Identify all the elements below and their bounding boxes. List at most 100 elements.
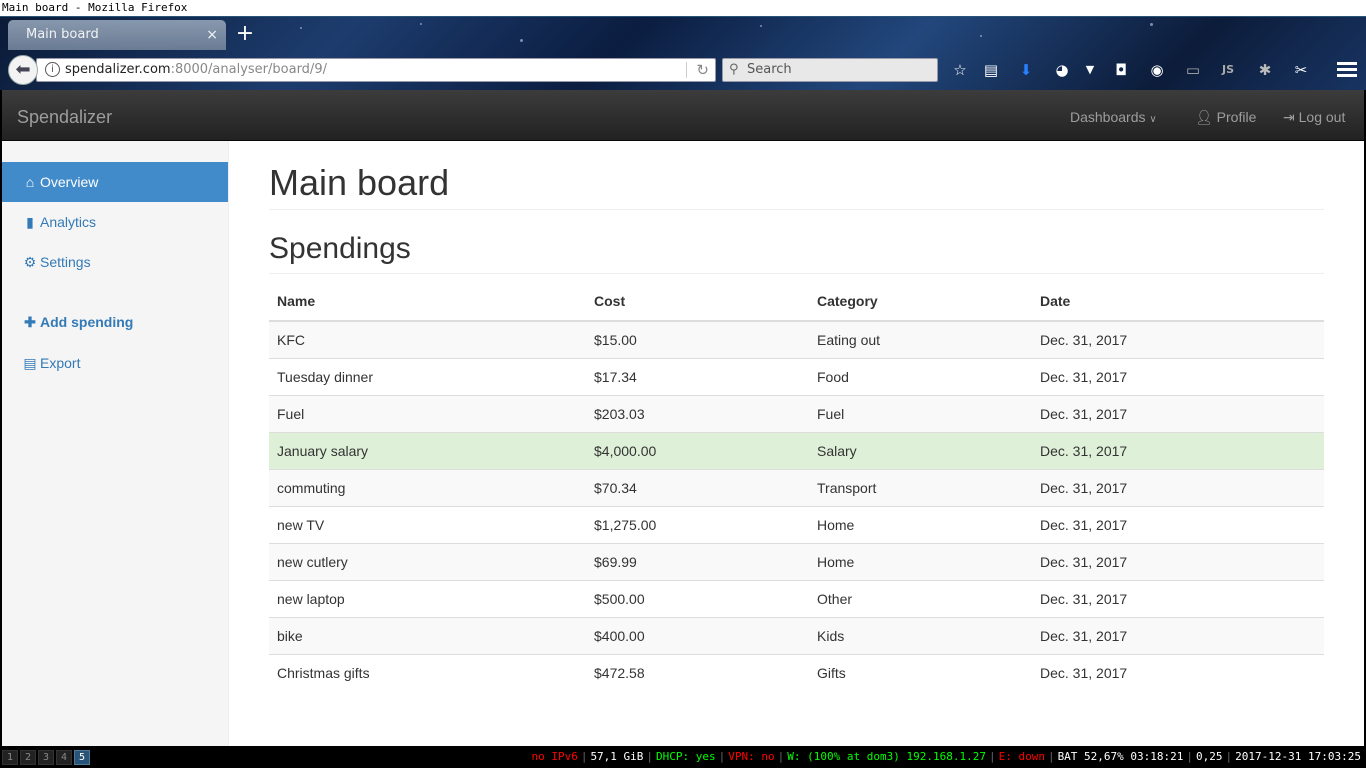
sidebar: ⌂ Overview ▮ Analytics ⚙ Settings ✚ Add … [2,141,229,746]
logout-label: Log out [1298,109,1346,125]
section-divider [269,273,1324,274]
table-row: January salary $4,000.00 Salary Dec. 31, 20… [269,431,1324,469]
back-button[interactable]: ⬅ [8,55,38,85]
hamburger-menu-icon[interactable] [1336,59,1358,81]
status-item: no IPv6 [531,750,578,763]
palette-icon[interactable]: ◕ [1051,59,1073,81]
cell-date: Dec. 31, 2017 [1032,505,1324,543]
cell-cost: $400.00 [586,616,809,654]
reading-list-icon[interactable]: ▤ [980,59,1002,81]
table-header-row: Name Cost Category Date [269,282,1324,322]
search-placeholder: Search [747,62,792,77]
cell-date: Dec. 31, 2017 [1032,542,1324,580]
url-bar[interactable]: i spendalizer.com:8000/analyser/board/9/… [36,58,716,82]
site-info-icon[interactable]: i [45,62,60,77]
cell-category: Home [809,542,1032,580]
section-title: Spendings [269,232,411,265]
sidebar-item-export[interactable]: ▤ Export [2,343,228,383]
table-row: new TV $1,275.00 Home Dec. 31, 2017 [269,505,1324,543]
window-title: Main board - Mozilla Firefox [0,0,1366,17]
search-icon: ⚲ [729,62,739,77]
status-item: BAT 52,67% 03:18:21 [1057,750,1184,763]
cell-category: Gifts [809,653,1032,691]
table-row: new cutlery $69.99 Home Dec. 31, 2017 [269,542,1324,580]
cell-name: Tuesday dinner [269,357,586,395]
close-tab-icon[interactable]: × [206,20,218,50]
sidebar-item-label: Analytics [40,214,97,230]
spendings-table: Name Cost Category Date KFC $15.00 Eating … [269,282,1324,691]
dropdown-arrow-icon[interactable]: ▼ [1079,59,1101,81]
status-item: W: (100% at dom3) 192.168.1.27 [787,750,986,763]
pocket-icon[interactable]: ◘ [1110,59,1132,81]
cell-name: new cutlery [269,542,586,580]
sidebar-item-label: Overview [40,174,99,190]
file-icon: ▤ [23,355,37,371]
cell-name: Fuel [269,394,586,432]
tab-title: Main board [26,27,99,42]
cell-name: new TV [269,505,586,543]
status-separator: | [988,750,996,763]
downloads-icon[interactable]: ⬇ [1015,59,1037,81]
dashboards-label: Dashboards [1070,109,1146,125]
table-row: new laptop $500.00 Other Dec. 31, 2017 [269,579,1324,617]
new-tab-button[interactable]: + [234,20,256,48]
table-row: commuting $70.34 Transport Dec. 31, 2017 [269,468,1324,506]
logout-link[interactable]: ⇥ Log out [1283,90,1345,144]
workspace-button[interactable]: 1 [2,750,18,765]
bookmark-star-icon[interactable]: ☆ [949,59,971,81]
cell-cost: $472.58 [586,653,809,691]
cell-cost: $500.00 [586,579,809,617]
search-input[interactable]: ⚲ Search [722,58,938,82]
cell-name: January salary [269,431,586,469]
js-icon[interactable]: JS [1217,59,1239,81]
sidebar-item-add-spending[interactable]: ✚ Add spending [2,302,228,342]
url-path: :8000/analyser/board/9/ [170,62,327,77]
system-status-bar: 12345 no IPv6 | 57,1 GiB | DHCP: yes | VPN: no… [0,746,1366,768]
bar-chart-icon: ▮ [26,214,34,230]
cell-cost: $70.34 [586,468,809,506]
screen-icon[interactable]: ▭ [1182,59,1204,81]
reload-icon[interactable]: ↻ [696,59,709,81]
tools-icon[interactable]: ✂ [1290,59,1312,81]
column-header-date: Date [1032,282,1324,322]
browser-tab[interactable]: Main board × [8,20,226,50]
cell-name: KFC [269,320,586,358]
brand-logo[interactable]: Spendalizer [17,90,112,144]
status-item: 57,1 GiB [590,750,644,763]
nav-bar: i spendalizer.com:8000/analyser/board/9/… [0,51,1366,90]
sidebar-item-settings[interactable]: ⚙ Settings [2,242,228,282]
gear-extension-icon[interactable]: ✱ [1254,59,1276,81]
status-item: 0,25 [1196,750,1223,763]
table-row: Fuel $203.03 Fuel Dec. 31, 2017 [269,394,1324,432]
title-divider [269,209,1324,210]
home-icon: ⌂ [25,174,35,190]
gear-icon: ⚙ [23,254,37,270]
cell-cost: $4,000.00 [586,431,809,469]
cell-category: Fuel [809,394,1032,432]
workspace-button[interactable]: 4 [56,750,72,765]
workspace-button[interactable]: 3 [38,750,54,765]
column-header-category: Category [809,282,1032,322]
cell-date: Dec. 31, 2017 [1032,431,1324,469]
plus-icon: ✚ [24,314,36,330]
cell-date: Dec. 31, 2017 [1032,320,1324,358]
table-row: KFC $15.00 Eating out Dec. 31, 2017 [269,320,1324,358]
sidebar-item-label: Add spending [40,314,134,330]
status-items: no IPv6 | 57,1 GiB | DHCP: yes | VPN: no | W: (1… [528,746,1364,768]
sidebar-item-analytics[interactable]: ▮ Analytics [2,202,228,242]
status-separator: | [1047,750,1055,763]
workspace-button[interactable]: 5 [74,750,90,765]
cell-date: Dec. 31, 2017 [1032,616,1324,654]
cell-cost: $1,275.00 [586,505,809,543]
extension-icon[interactable]: ◉ [1146,59,1168,81]
app-navbar: Spendalizer Dashboards ∨ 👤︎ Profile ⇥ Lo… [2,90,1364,141]
column-header-cost: Cost [586,282,809,322]
status-item: 2017-12-31 17:03:25 [1235,750,1361,763]
workspace-button[interactable]: 2 [20,750,36,765]
browser-chrome: Main board × + i spendalizer.com:8000/an… [0,17,1366,90]
dashboards-dropdown[interactable]: Dashboards ∨ [1070,90,1157,147]
status-item: DHCP: yes [656,750,716,763]
status-item: VPN: no [728,750,775,763]
sidebar-item-overview[interactable]: ⌂ Overview [2,162,228,202]
profile-link[interactable]: 👤︎ Profile [1195,90,1256,144]
